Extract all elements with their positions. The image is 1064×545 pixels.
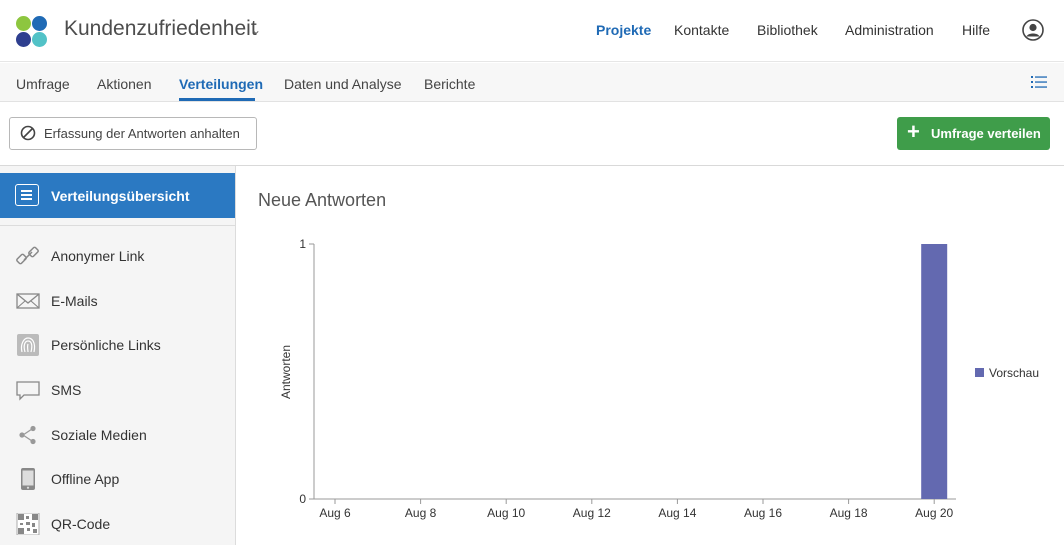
plus-icon: + bbox=[907, 119, 920, 144]
x-tick-label: Aug 20 bbox=[915, 506, 953, 520]
sidebar-item-label: E-Mails bbox=[51, 293, 98, 309]
x-tick-label: Aug 12 bbox=[573, 506, 611, 520]
x-tick-label: Aug 16 bbox=[744, 506, 782, 520]
distributions-sidebar: Verteilungsübersicht Anonymer Link E-Mai… bbox=[0, 166, 236, 545]
x-tick-label: Aug 14 bbox=[658, 506, 696, 520]
sidebar-item-e-mails[interactable]: E-Mails bbox=[0, 281, 235, 321]
tab-berichte[interactable]: Berichte bbox=[424, 76, 475, 92]
nav-bibliothek[interactable]: Bibliothek bbox=[757, 22, 818, 38]
user-circle-icon[interactable] bbox=[1022, 19, 1044, 41]
nav-kontakte[interactable]: Kontakte bbox=[674, 22, 729, 38]
link-icon bbox=[16, 246, 39, 265]
sidebar-item-verteilungsuebersicht[interactable]: Verteilungsübersicht bbox=[0, 173, 235, 218]
tab-umfrage[interactable]: Umfrage bbox=[16, 76, 70, 92]
sidebar-item-label: SMS bbox=[51, 382, 82, 398]
sidebar-item-sms[interactable]: SMS bbox=[0, 370, 235, 410]
sidebar-item-soziale-medien[interactable]: Soziale Medien bbox=[0, 415, 235, 455]
distribute-survey-label: Umfrage verteilen bbox=[931, 126, 1041, 141]
distribute-survey-button[interactable]: + Umfrage verteilen bbox=[897, 117, 1050, 150]
y-tick-label: 1 bbox=[299, 237, 306, 251]
qualtrics-logo[interactable] bbox=[14, 14, 48, 48]
logo-dot-green bbox=[16, 16, 31, 31]
tablet-icon bbox=[21, 468, 35, 490]
top-header: Kundenzufriedenheit ⌄ Projekte Kontakte … bbox=[0, 0, 1064, 62]
x-tick-label: Aug 6 bbox=[319, 506, 351, 520]
tab-aktionen[interactable]: Aktionen bbox=[97, 76, 151, 92]
nav-administration[interactable]: Administration bbox=[845, 22, 934, 38]
list-icon bbox=[15, 184, 39, 206]
tab-daten-und-analyse[interactable]: Daten und Analyse bbox=[284, 76, 402, 92]
new-responses-chart: 0 1 Antworten Aug 6 Aug 8 Aug 10 Aug 12 Aug 14 A… bbox=[279, 237, 1039, 520]
bar-aug-20 bbox=[921, 244, 948, 499]
y-axis-label: Antworten bbox=[279, 345, 293, 399]
nav-projekte[interactable]: Projekte bbox=[596, 22, 651, 38]
nav-hilfe[interactable]: Hilfe bbox=[962, 22, 990, 38]
envelope-icon bbox=[16, 293, 40, 309]
sidebar-item-label: Persönliche Links bbox=[51, 337, 161, 353]
fingerprint-icon bbox=[17, 334, 39, 356]
sidebar-item-anonymer-link[interactable]: Anonymer Link bbox=[0, 236, 235, 276]
sidebar-item-label: Verteilungsübersicht bbox=[51, 188, 190, 204]
x-tick-label: Aug 18 bbox=[830, 506, 868, 520]
pause-responses-label: Erfassung der Antworten anhalten bbox=[44, 126, 240, 141]
sidebar-item-offline-app[interactable]: Offline App bbox=[0, 459, 235, 499]
logo-dot-blue bbox=[32, 16, 47, 31]
tab-verteilungen[interactable]: Verteilungen bbox=[179, 76, 263, 92]
logo-dot-navy bbox=[16, 32, 31, 47]
project-title[interactable]: Kundenzufriedenheit bbox=[64, 17, 257, 41]
sidebar-item-label: Anonymer Link bbox=[51, 248, 145, 264]
legend-swatch bbox=[975, 368, 984, 377]
survey-tabs bbox=[0, 63, 1064, 102]
sidebar-item-qr-code[interactable]: QR-Code bbox=[0, 504, 235, 544]
sidebar-divider bbox=[0, 225, 235, 226]
active-tab-indicator bbox=[179, 98, 255, 101]
x-tick-label: Aug 8 bbox=[405, 506, 437, 520]
x-tick-label: Aug 10 bbox=[487, 506, 525, 520]
sidebar-item-label: QR-Code bbox=[51, 516, 111, 532]
logo-dot-teal bbox=[32, 32, 47, 47]
legend-label: Vorschau bbox=[989, 366, 1039, 380]
share-icon bbox=[19, 425, 36, 445]
y-tick-label: 0 bbox=[299, 492, 306, 506]
speech-bubble-icon bbox=[16, 381, 40, 401]
prohibited-icon bbox=[20, 125, 36, 141]
chevron-down-icon[interactable]: ⌄ bbox=[251, 23, 261, 37]
qr-code-icon bbox=[16, 513, 40, 535]
sidebar-item-persoenliche-links[interactable]: Persönliche Links bbox=[0, 325, 235, 365]
list-view-icon[interactable] bbox=[1031, 75, 1047, 89]
sidebar-item-label: Offline App bbox=[51, 471, 120, 487]
sidebar-item-label: Soziale Medien bbox=[51, 427, 147, 443]
pause-responses-button[interactable]: Erfassung der Antworten anhalten bbox=[9, 117, 257, 150]
